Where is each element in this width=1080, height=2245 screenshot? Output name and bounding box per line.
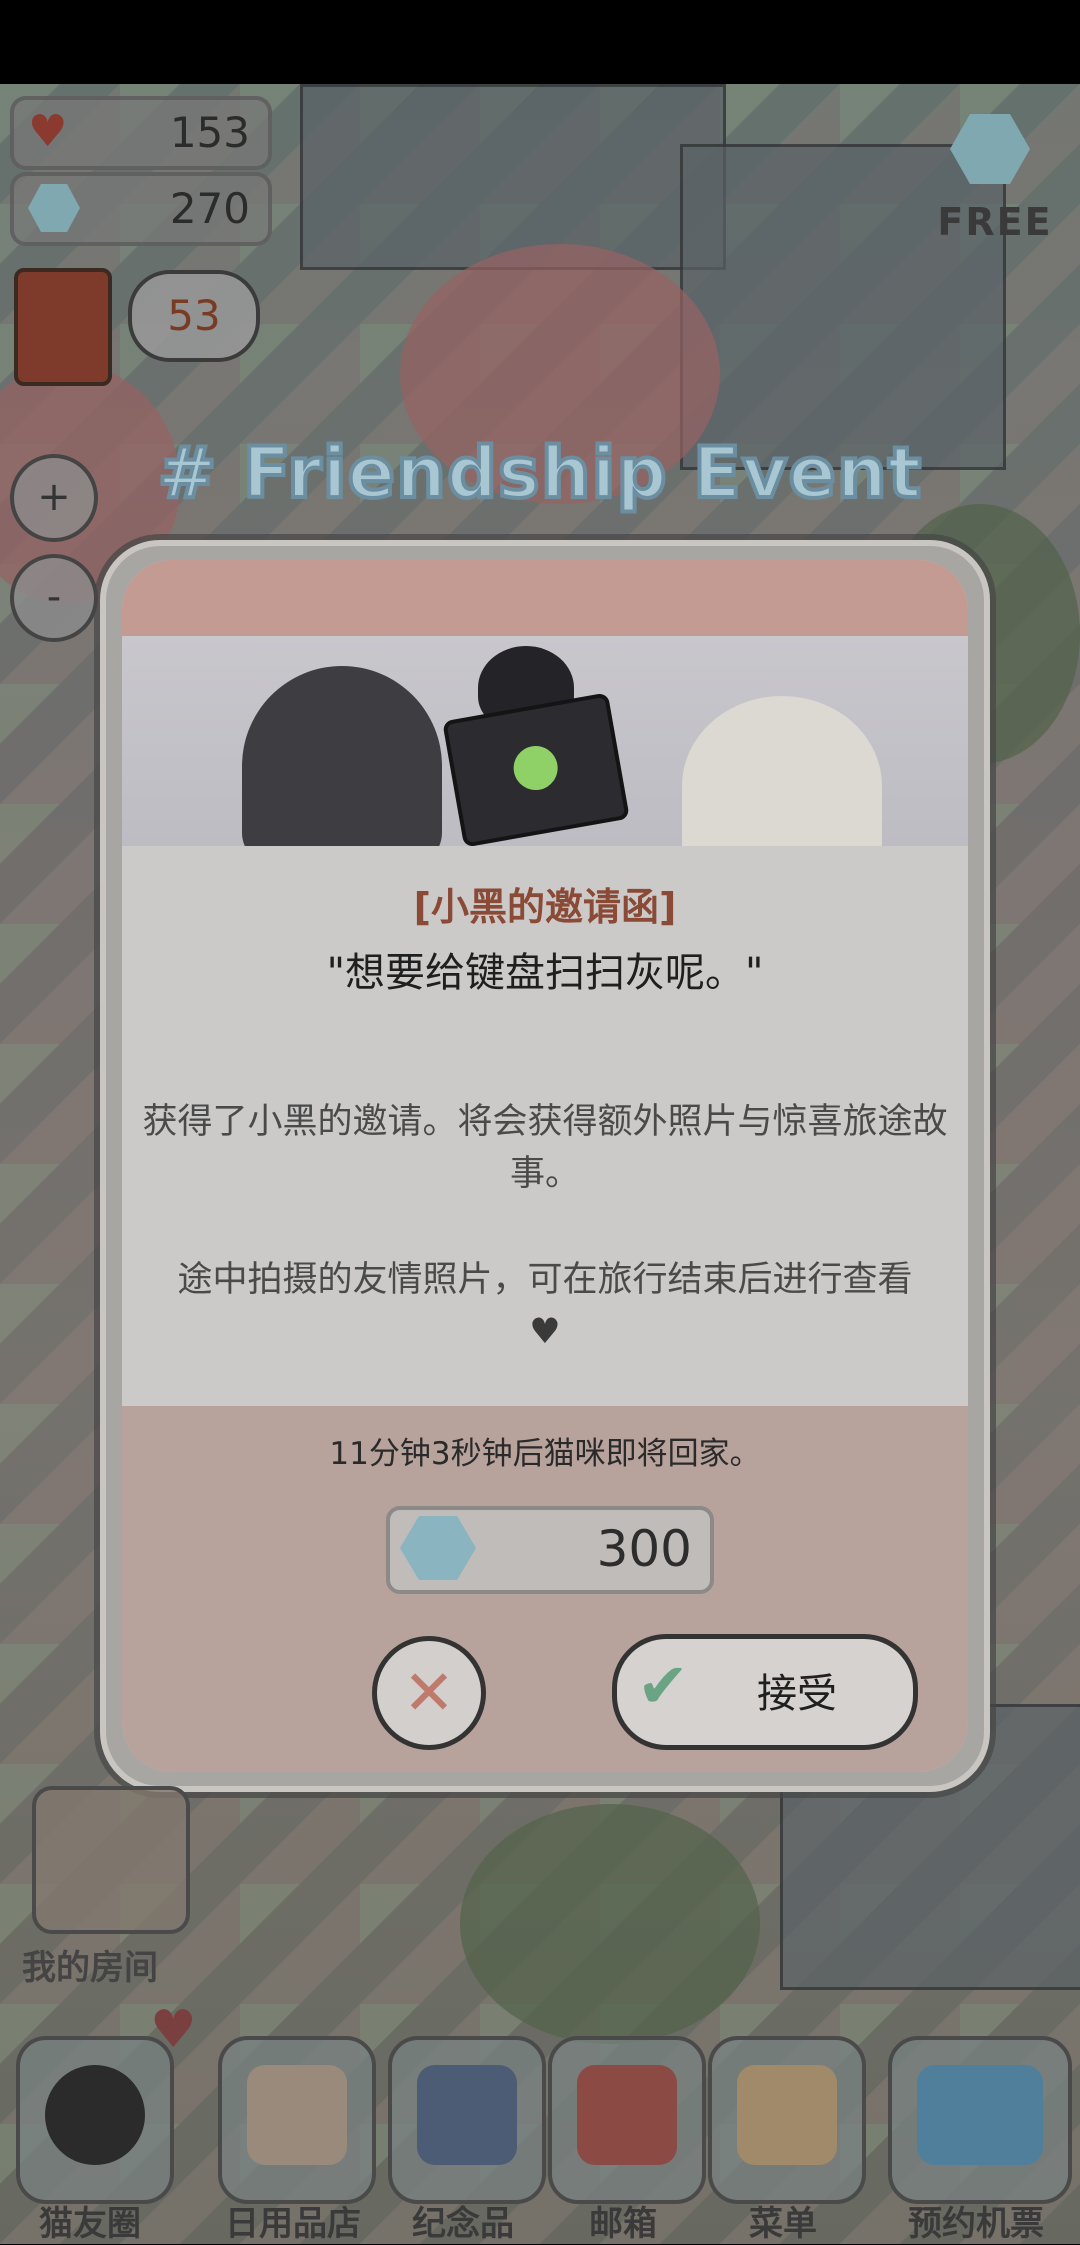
dock-label: 日用品店 xyxy=(225,2204,361,2244)
hearts-counter: ♥ 153 xyxy=(10,96,272,170)
dock-label: 菜单 xyxy=(749,2204,817,2244)
dock-book-flight[interactable] xyxy=(888,2036,1072,2204)
dock-label: 猫友圈 xyxy=(39,2204,141,2244)
dialog-header xyxy=(122,560,968,636)
mailbox-icon xyxy=(577,2065,677,2165)
notification-bubble[interactable]: 53 xyxy=(128,270,260,362)
white-cat-illustration xyxy=(682,696,882,846)
invitation-dialog: [小黑的邀请函] "想要给键盘扫扫灰呢。" 获得了小黑的邀请。将会获得额外照片与… xyxy=(100,540,990,1792)
free-gems-button[interactable]: FREE xyxy=(930,104,1060,254)
invite-title: [小黑的邀请函] xyxy=(413,885,677,929)
shop-icon xyxy=(247,2065,347,2165)
dock-label: 纪念品 xyxy=(412,2204,514,2244)
decline-button[interactable]: ✕ xyxy=(372,1636,486,1750)
dialog-body: [小黑的邀请函] "想要给键盘扫扫灰呢。" 获得了小黑的邀请。将会获得额外照片与… xyxy=(122,846,968,1406)
cost-display: 300 xyxy=(386,1506,714,1594)
dock-cat-friends[interactable] xyxy=(16,2036,174,2204)
dock-mailbox[interactable] xyxy=(548,2036,706,2204)
heart-badge-icon: ♥ xyxy=(150,2000,197,2060)
photo-description: 途中拍摄的友情照片，可在旅行结束后进行查看 ♥ xyxy=(177,1260,913,1352)
gem-icon xyxy=(400,1516,476,1580)
envelope-icon xyxy=(442,692,630,846)
airplane-icon xyxy=(917,2065,1043,2165)
event-title: # Friendship Event xyxy=(156,430,923,516)
heart-icon: ♥ xyxy=(28,106,68,157)
cat-quote: "想要给键盘扫扫灰呢。" xyxy=(326,950,764,996)
dock-shop[interactable] xyxy=(218,2036,376,2204)
heart-icon: ♥ xyxy=(529,1312,561,1352)
album-book-icon[interactable] xyxy=(14,268,112,386)
accept-button[interactable]: ✔ 接受 xyxy=(612,1634,918,1750)
dialog-footer: 11分钟3秒钟后猫咪即将回家。 300 ✕ ✔ 接受 xyxy=(122,1406,968,1772)
dock-label: 邮箱 xyxy=(589,2204,657,2244)
folder-icon xyxy=(737,2065,837,2165)
paw-seal-icon xyxy=(510,742,562,794)
gem-icon xyxy=(950,114,1030,184)
black-cat-illustration xyxy=(242,666,442,846)
invite-description: 获得了小黑的邀请。将会获得额外照片与惊喜旅途故事。 xyxy=(142,1102,948,1194)
dock-souvenirs[interactable] xyxy=(388,2036,546,2204)
gems-counter[interactable]: 270 xyxy=(10,172,272,246)
dock-menu[interactable] xyxy=(708,2036,866,2204)
dock-label: 预约机票 xyxy=(908,2204,1044,2244)
check-icon: ✔ xyxy=(637,1649,689,1722)
zoom-out-button[interactable]: - xyxy=(10,554,98,642)
souvenir-box-icon xyxy=(417,2065,517,2165)
invitation-banner-image xyxy=(122,636,968,846)
status-bar xyxy=(0,0,1080,84)
gem-icon xyxy=(28,184,80,232)
my-room-button[interactable] xyxy=(32,1786,190,1934)
return-timer: 11分钟3秒钟后猫咪即将回家。 xyxy=(329,1436,761,1472)
my-room-label: 我的房间 xyxy=(22,1948,158,1988)
cat-profile-icon xyxy=(45,2065,145,2165)
